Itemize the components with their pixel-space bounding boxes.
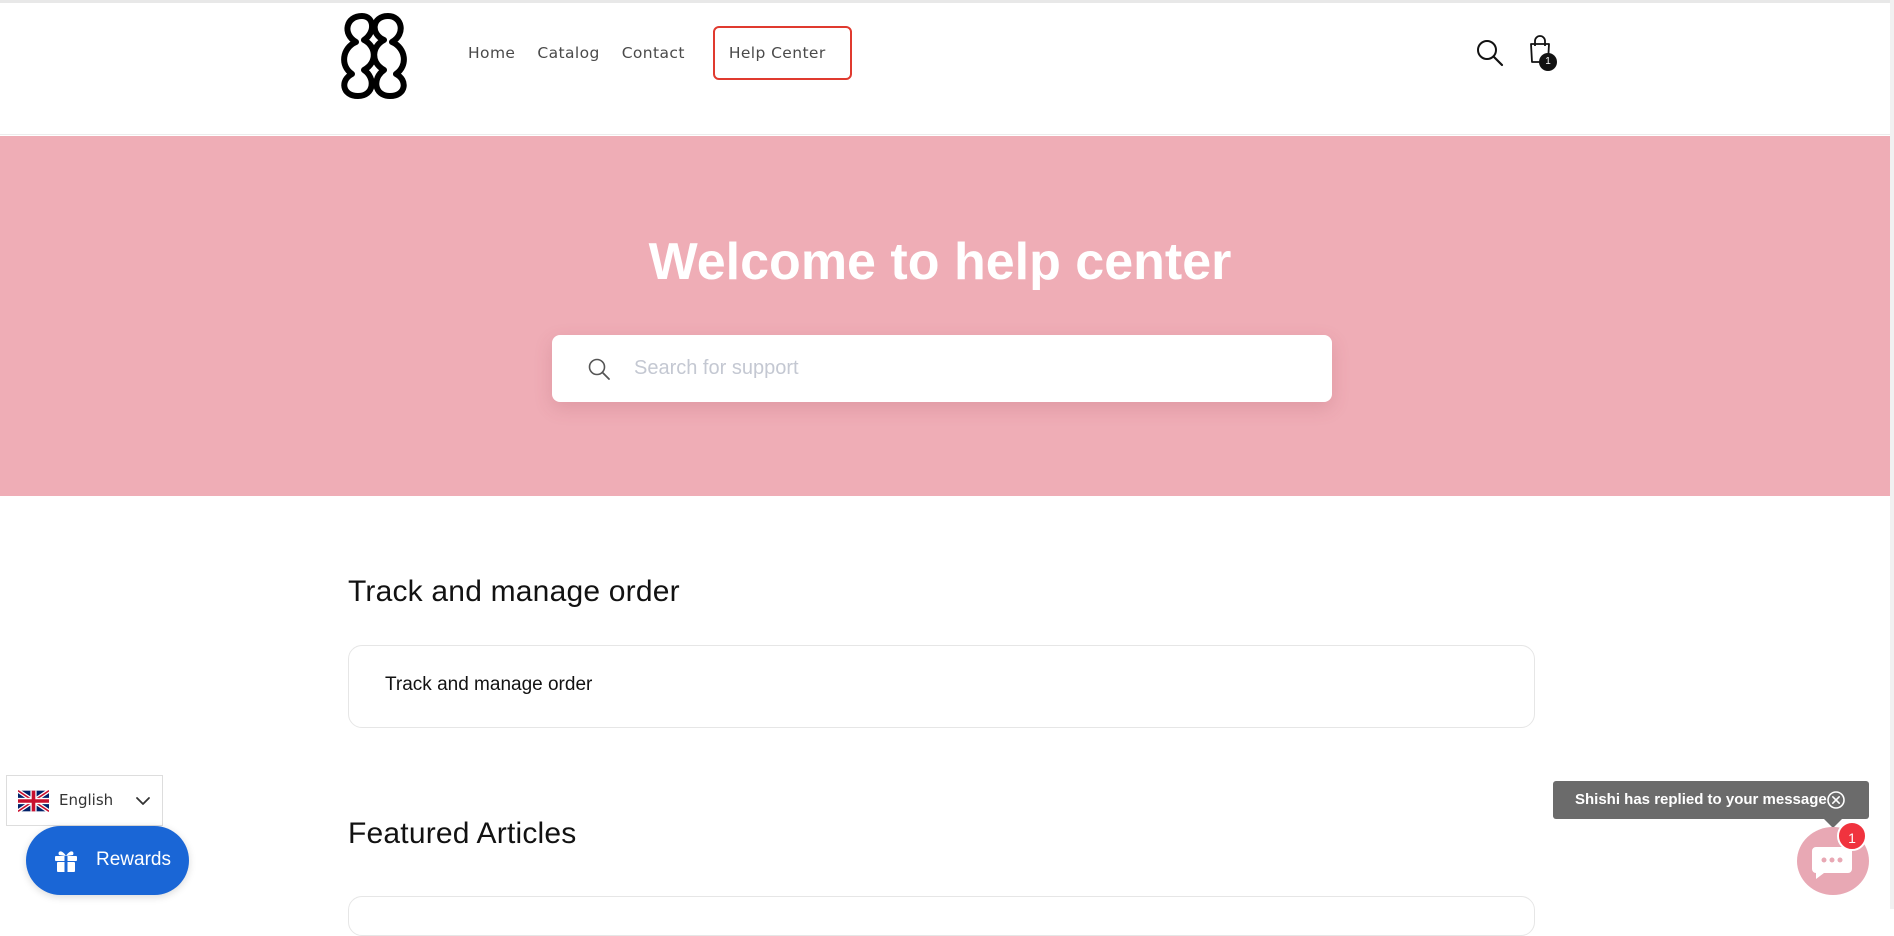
- rewards-label: Rewards: [96, 849, 171, 870]
- language-label: English: [59, 791, 114, 809]
- card-featured-article[interactable]: [348, 896, 1535, 936]
- cart-count-badge: 1: [1539, 53, 1557, 71]
- support-search-input[interactable]: [632, 347, 1312, 389]
- chevron-down-icon: [136, 797, 150, 805]
- gift-icon: [55, 851, 77, 872]
- nav-contact[interactable]: Contact: [622, 38, 685, 68]
- nav-catalog[interactable]: Catalog: [537, 38, 599, 68]
- language-selector[interactable]: English: [6, 775, 163, 826]
- site-header: Home Catalog Contact Help Center 1: [0, 3, 1894, 135]
- hero-banner: Welcome to help center: [0, 136, 1890, 496]
- toast-message: Shishi has replied to your message: [1575, 791, 1827, 808]
- scrollbar-track[interactable]: [1890, 0, 1894, 909]
- section-title-featured-articles: Featured Articles: [348, 817, 577, 850]
- nav-home[interactable]: Home: [468, 38, 515, 68]
- card-track-order[interactable]: Track and manage order: [348, 645, 1535, 728]
- section-title-track-order: Track and manage order: [348, 575, 680, 608]
- main-nav: Home Catalog Contact Help Center: [468, 26, 874, 80]
- search-icon: [588, 358, 610, 380]
- chat-notification-toast[interactable]: Shishi has replied to your message: [1553, 781, 1869, 819]
- support-search-box: [552, 335, 1332, 402]
- ss-logo-icon[interactable]: [332, 8, 416, 100]
- page-title: Welcome to help center: [648, 233, 1232, 291]
- close-icon[interactable]: [1826, 790, 1846, 810]
- search-icon[interactable]: [1474, 37, 1506, 69]
- nav-help-center[interactable]: Help Center: [712, 26, 852, 80]
- card-label: Track and manage order: [385, 674, 593, 695]
- rewards-button[interactable]: Rewards: [26, 826, 189, 895]
- uk-flag-icon: [18, 789, 49, 813]
- chat-unread-badge: 1: [1837, 821, 1867, 851]
